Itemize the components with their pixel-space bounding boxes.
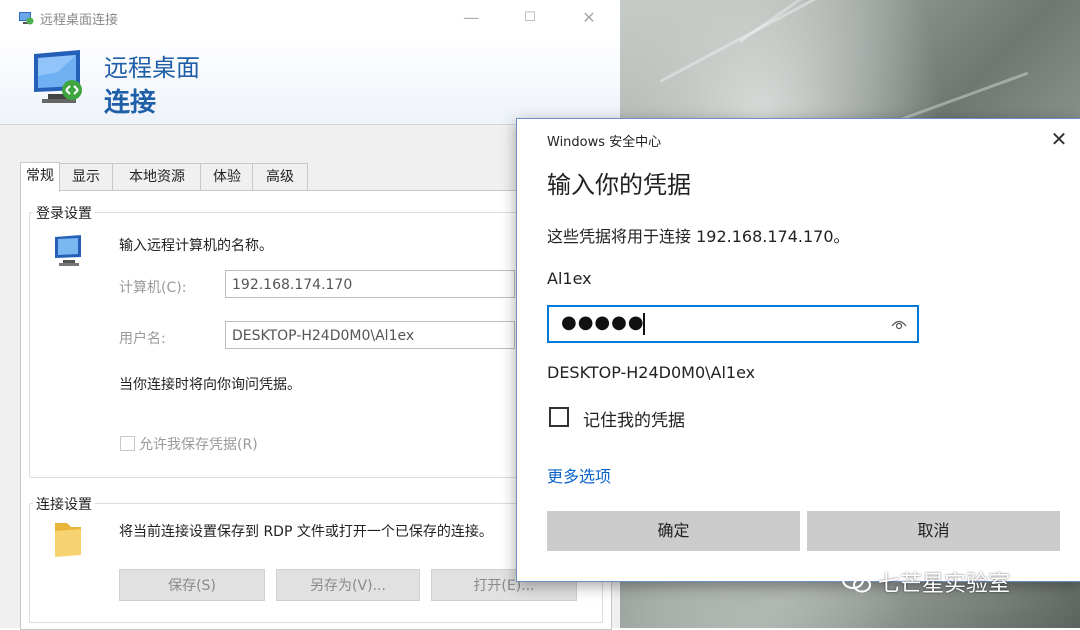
tab-experience[interactable]: 体验 [200, 163, 254, 191]
login-instruction: 输入远程计算机的名称。 [119, 238, 273, 254]
username-label: 用户名: [119, 331, 166, 347]
computer-icon [55, 235, 81, 266]
login-settings-title: 登录设置 [33, 203, 95, 223]
remember-credentials-label: 记住我的凭据 [583, 411, 685, 431]
credentials-description: 这些凭据将用于连接 192.168.174.170。 [547, 227, 850, 246]
username-field[interactable]: DESKTOP-H24D0M0\Al1ex [225, 321, 515, 349]
ok-button[interactable]: 确定 [547, 511, 800, 551]
tab-local-resources[interactable]: 本地资源 [112, 163, 202, 191]
remember-credentials-checkbox[interactable] [549, 407, 569, 427]
watermark-text: 七芒星实验室 [878, 572, 1011, 597]
cancel-button[interactable]: 取消 [807, 511, 1060, 551]
domain-username: DESKTOP-H24D0M0\Al1ex [547, 363, 756, 382]
close-button[interactable]: ✕ [574, 6, 604, 30]
connection-description: 将当前连接设置保存到 RDP 文件或打开一个已保存的连接。 [119, 524, 493, 540]
tab-general[interactable]: 常规 [20, 162, 60, 192]
save-as-button[interactable]: 另存为(V)... [276, 569, 420, 601]
folder-icon [55, 523, 81, 557]
reveal-password-eye-icon[interactable] [891, 317, 907, 331]
computer-label: 计算机(C): [119, 280, 187, 296]
save-button[interactable]: 保存(S) [119, 569, 265, 601]
header-title-line2: 连接 [104, 88, 157, 118]
windows-security-dialog: Windows 安全中心 ✕ 输入你的凭据 这些凭据将用于连接 192.168.… [516, 118, 1080, 582]
password-input[interactable]: ●●●●● [547, 305, 919, 343]
rdp-app-icon [19, 12, 34, 25]
remote-desktop-monitor-icon [34, 50, 82, 103]
credential-prompt-note: 当你连接时将向你询问凭据。 [119, 377, 301, 393]
window-title: 远程桌面连接 [40, 13, 119, 28]
wechat-icon [842, 571, 871, 593]
rdp-titlebar[interactable]: 远程桌面连接 — ☐ ✕ [0, 0, 620, 36]
tab-display[interactable]: 显示 [58, 163, 114, 191]
allow-save-credentials-label: 允许我保存凭据(R) [139, 437, 258, 453]
security-dialog-title: Windows 安全中心 [547, 135, 662, 150]
header-title-line1: 远程桌面 [104, 54, 200, 82]
credentials-username: Al1ex [547, 269, 592, 288]
credentials-heading: 输入你的凭据 [547, 171, 691, 199]
connection-settings-title: 连接设置 [33, 494, 95, 514]
text-caret [643, 313, 645, 335]
more-options-link[interactable]: 更多选项 [547, 463, 611, 487]
rdp-header: 远程桌面 连接 [0, 36, 620, 125]
allow-save-credentials-checkbox[interactable] [120, 436, 135, 451]
minimize-button[interactable]: — [456, 6, 486, 30]
password-mask: ●●●●● [561, 312, 645, 333]
security-close-button[interactable]: ✕ [1047, 127, 1071, 151]
computer-field[interactable]: 192.168.174.170 [225, 270, 515, 298]
tab-advanced[interactable]: 高级 [252, 163, 308, 191]
watermark: 七芒星实验室 [842, 566, 1010, 598]
maximize-button[interactable]: ☐ [515, 6, 545, 30]
